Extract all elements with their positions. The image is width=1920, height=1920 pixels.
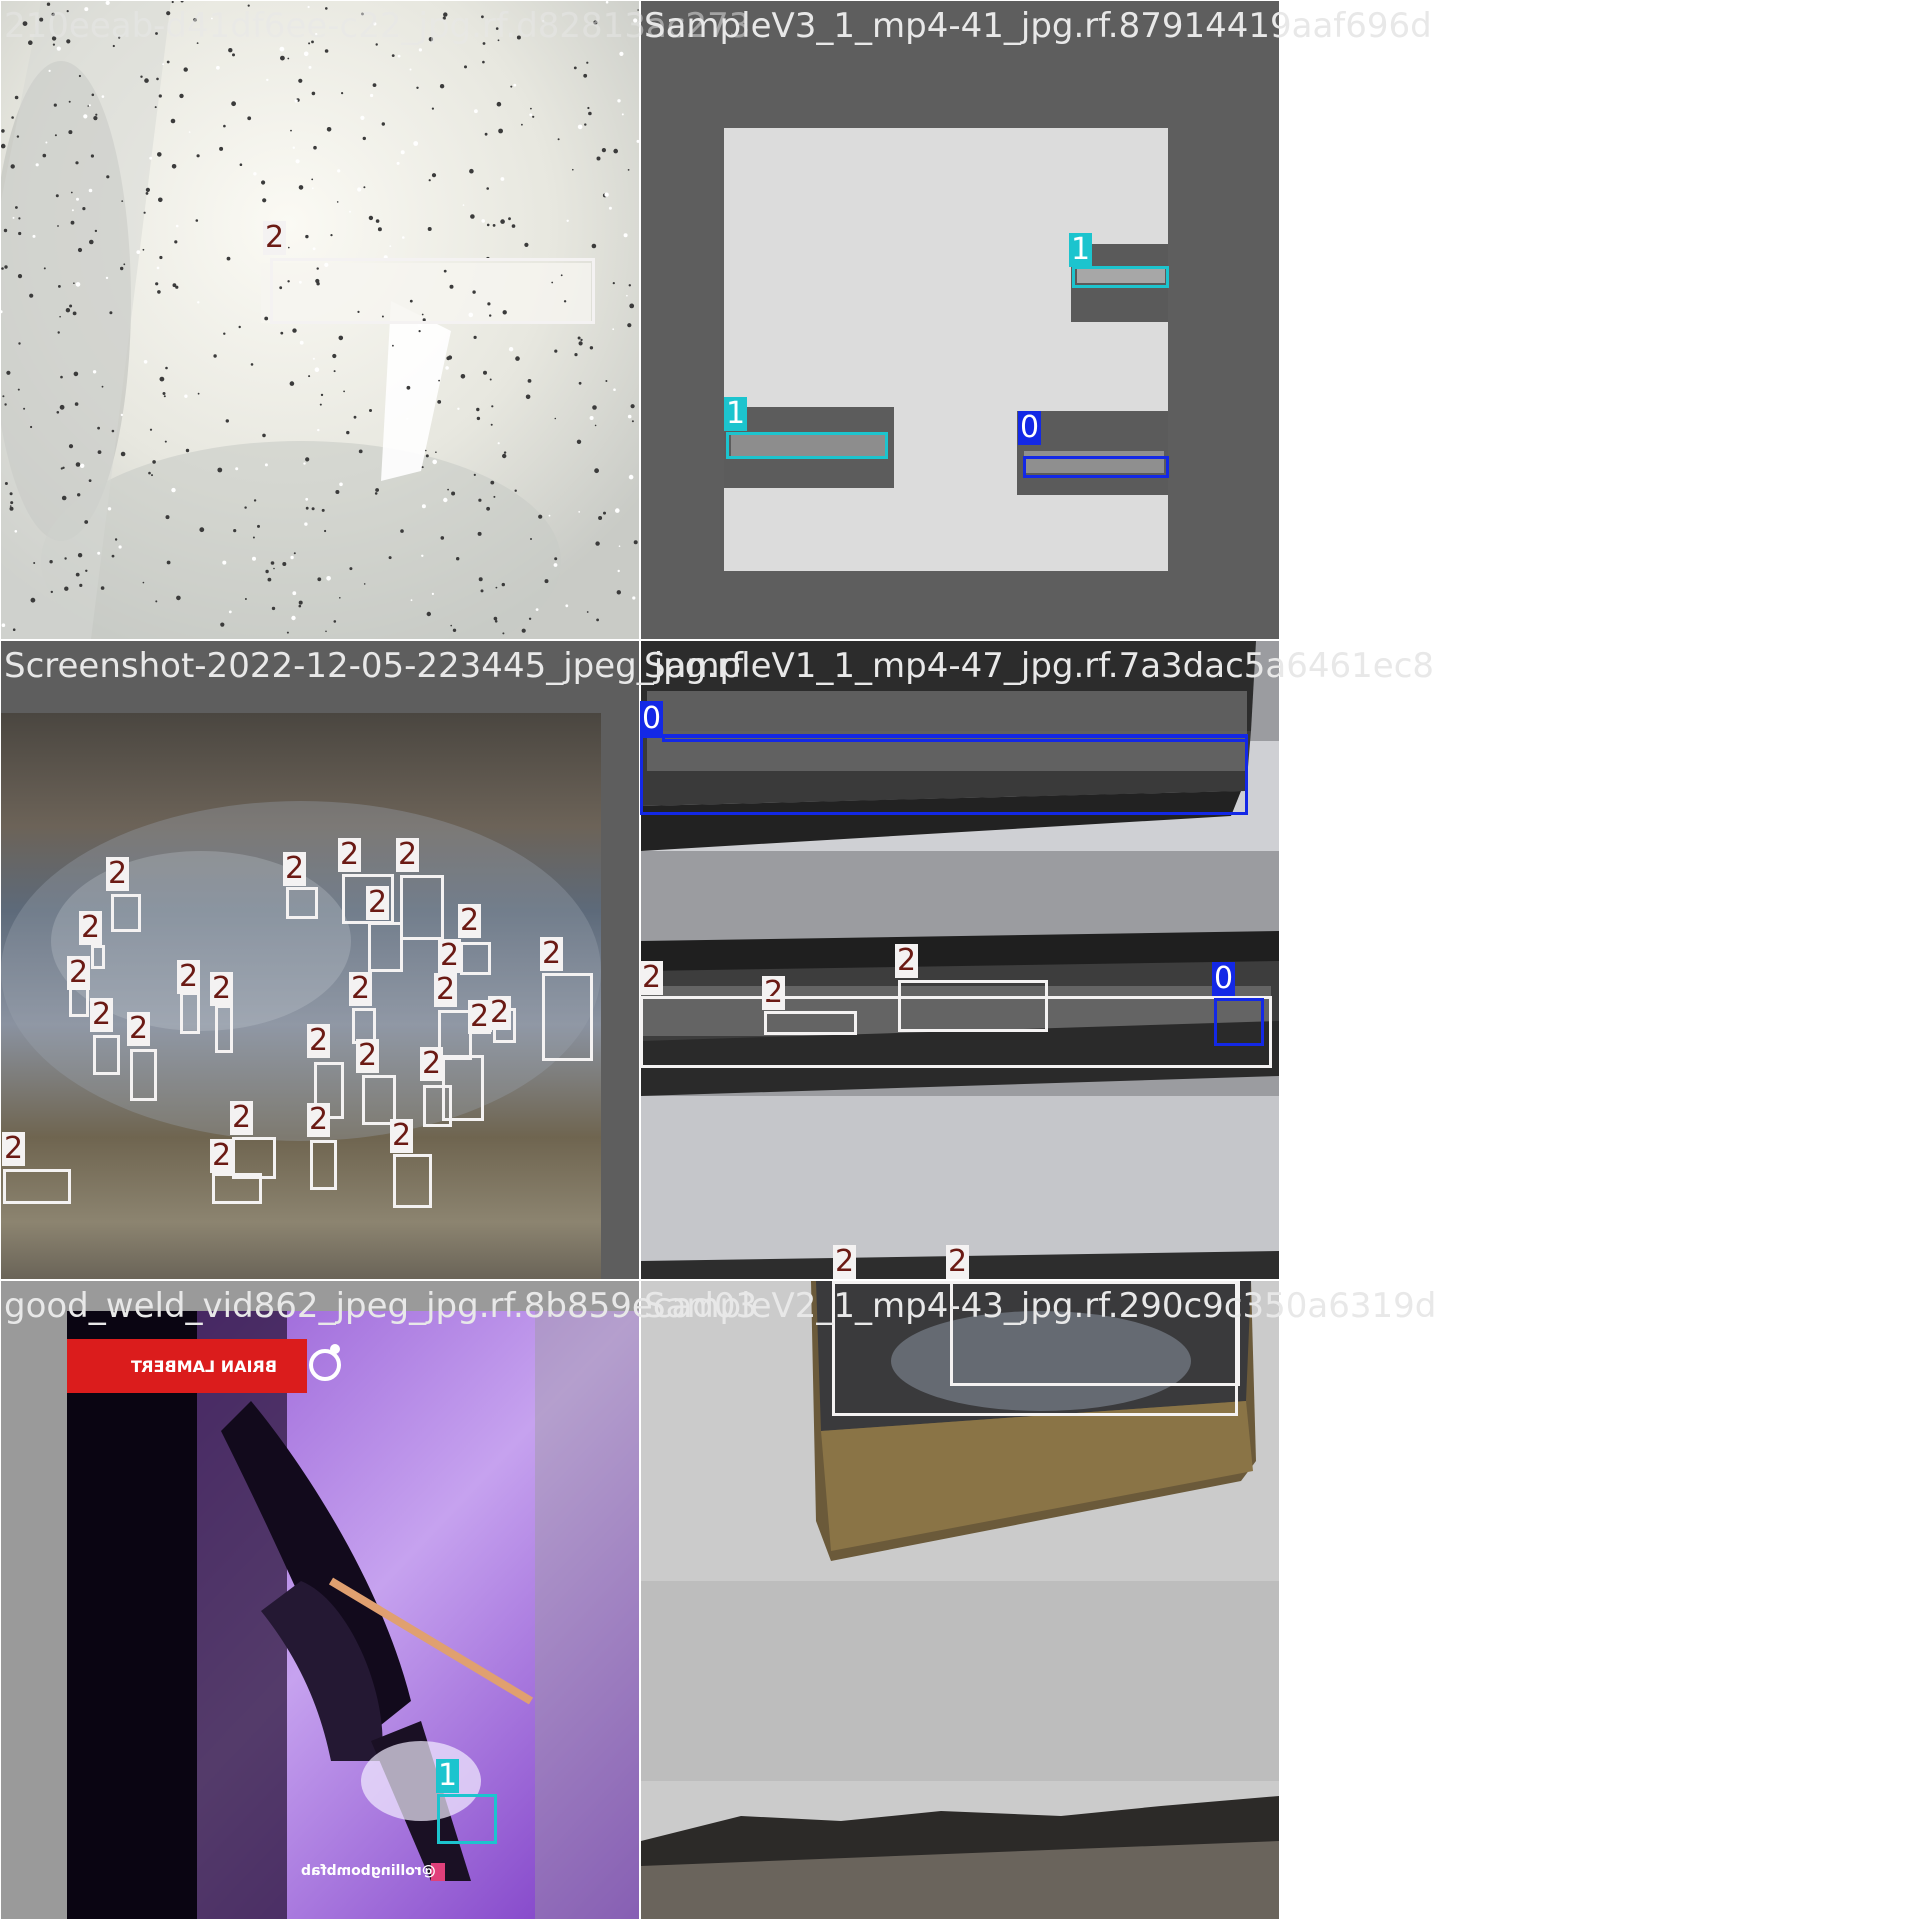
- detection-class-label: 2: [230, 1100, 254, 1135]
- detection-class-label: 2: [396, 837, 420, 872]
- detection-class-label: 2: [488, 995, 512, 1030]
- detection-box-class-2: [91, 945, 105, 969]
- detection-box-class-2: [542, 973, 593, 1061]
- detection-overlay: 211022222222222222222222222222002220221: [0, 0, 1920, 1920]
- detection-class-label: 1: [1069, 232, 1093, 267]
- detection-class-label: 2: [283, 851, 307, 886]
- detection-class-label: 2: [540, 936, 564, 971]
- detection-box-class-2: [93, 1035, 120, 1075]
- detection-class-label: 2: [434, 972, 458, 1007]
- detection-class-label: 2: [438, 938, 462, 973]
- detection-box-class-2: [362, 1075, 396, 1125]
- detection-class-label: 2: [79, 910, 103, 945]
- detection-class-label: 2: [390, 1118, 414, 1153]
- detection-class-label: 1: [436, 1758, 460, 1793]
- detection-class-label: 2: [420, 1046, 444, 1081]
- detection-box-class-2: [111, 894, 141, 932]
- detection-box-class-1: [726, 432, 888, 459]
- detection-class-label: 2: [946, 1244, 970, 1279]
- detection-class-label: 2: [833, 1244, 857, 1279]
- detection-class-label: 2: [458, 903, 482, 938]
- detection-class-label: 2: [263, 220, 287, 255]
- tile-filename-3: SampleV1_1_mp4-47_jpg.rf.7a3dac5a6461ec8: [644, 646, 1435, 686]
- detection-class-label: 2: [356, 1038, 380, 1073]
- detection-class-label: 0: [640, 701, 664, 736]
- detection-box-class-2: [212, 1173, 262, 1204]
- detection-box-class-2: [270, 258, 595, 324]
- detection-class-label: 2: [210, 1138, 234, 1173]
- detection-box-class-2: [423, 1085, 452, 1127]
- detection-box-class-0: [1214, 998, 1264, 1046]
- tile-filename-0: 210eeab-d41df6ee-c22_jpg.rf.d82813ac273: [4, 6, 751, 46]
- detection-box-class-2: [286, 887, 318, 919]
- detection-box-class-2: [130, 1049, 157, 1101]
- tile-filename-2: Screenshot-2022-12-05-223445_jpeg_jpg.rf: [4, 646, 744, 686]
- detection-class-label: 2: [210, 971, 234, 1006]
- tile-filename-1: SampleV3_1_mp4-41_jpg.rf.87914419aaf696d: [644, 6, 1432, 46]
- detection-box-class-2: [640, 996, 1272, 1068]
- detection-class-label: 1: [724, 396, 748, 431]
- detection-class-label: 2: [307, 1023, 331, 1058]
- detection-class-label: 0: [1018, 410, 1042, 445]
- detection-box-class-2: [310, 1140, 337, 1190]
- detection-class-label: 0: [1212, 961, 1236, 996]
- detection-class-label: 2: [127, 1011, 151, 1046]
- detection-box-class-2: [400, 875, 444, 940]
- detection-box-class-2: [215, 1005, 233, 1053]
- detection-box-class-0: [640, 735, 1248, 815]
- detection-class-label: 2: [640, 960, 664, 995]
- detection-class-label: 2: [895, 943, 919, 978]
- detection-class-label: 2: [90, 997, 114, 1032]
- detection-class-label: 2: [366, 885, 390, 920]
- detection-box-class-2: [460, 942, 491, 975]
- tile-filename-5: SampleV2_1_mp4-43_jpg.rf.290c9c350a6319d: [644, 1286, 1437, 1326]
- detection-box-class-2: [180, 992, 200, 1034]
- detection-class-label: 2: [177, 959, 201, 994]
- detection-box-class-2: [368, 922, 403, 972]
- detection-class-label: 2: [338, 837, 362, 872]
- detection-class-label: 2: [67, 955, 91, 990]
- detection-box-class-1: [437, 1794, 497, 1844]
- detection-box-class-2: [438, 1010, 472, 1060]
- detection-class-label: 2: [2, 1131, 26, 1166]
- detection-class-label: 2: [106, 856, 130, 891]
- detection-box-class-0: [1023, 456, 1169, 478]
- detection-box-class-2: [393, 1154, 432, 1208]
- detection-box-class-1: [1072, 266, 1169, 288]
- detection-box-class-2: [3, 1169, 71, 1204]
- detection-class-label: 2: [307, 1102, 331, 1137]
- detection-class-label: 2: [349, 971, 373, 1006]
